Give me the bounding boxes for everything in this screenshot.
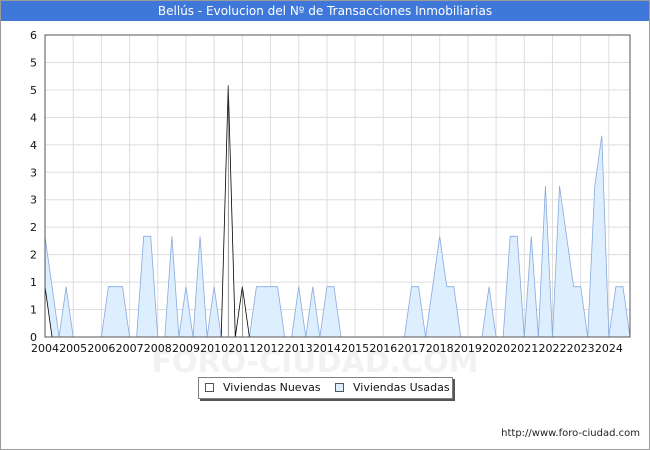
- x-tick-label: 2020: [482, 342, 510, 355]
- x-tick-label: 2008: [144, 342, 172, 355]
- legend-label-nuevas: Viviendas Nuevas: [223, 381, 321, 394]
- y-tick-label: 5: [30, 56, 37, 69]
- y-tick-label: 2: [30, 221, 37, 234]
- y-tick-label: 1: [30, 276, 37, 289]
- x-tick-label: 2017: [398, 342, 426, 355]
- source-url: http://www.foro-ciudad.com: [501, 428, 640, 439]
- x-tick-label: 2009: [172, 342, 200, 355]
- x-tick-label: 2019: [454, 342, 482, 355]
- x-tick-label: 2015: [341, 342, 369, 355]
- y-tick-label: 3: [30, 194, 37, 207]
- legend-swatch-nuevas: [205, 383, 214, 392]
- y-tick-label: 4: [30, 139, 37, 152]
- x-tick-label: 2024: [595, 342, 623, 355]
- x-tick-label: 2018: [426, 342, 454, 355]
- x-tick-label: 2022: [538, 342, 566, 355]
- legend: Viviendas Nuevas Viviendas Usadas: [198, 377, 453, 399]
- y-tick-label: 2: [30, 249, 37, 262]
- x-tick-label: 2013: [285, 342, 313, 355]
- x-tick-label: 2021: [510, 342, 538, 355]
- x-tick-label: 2016: [369, 342, 397, 355]
- y-tick-label: 6: [30, 29, 37, 42]
- y-tick-label: 4: [30, 111, 37, 124]
- legend-label-usadas: Viviendas Usadas: [353, 381, 450, 394]
- legend-swatch-usadas: [335, 383, 344, 392]
- x-tick-label: 2004: [31, 342, 59, 355]
- x-tick-label: 2011: [228, 342, 256, 355]
- y-tick-label: 3: [30, 166, 37, 179]
- x-tick-label: 2005: [59, 342, 87, 355]
- x-tick-label: 2007: [116, 342, 144, 355]
- x-tick-label: 2023: [567, 342, 595, 355]
- x-tick-label: 2014: [313, 342, 341, 355]
- x-tick-label: 2012: [257, 342, 285, 355]
- y-tick-label: 5: [30, 84, 37, 97]
- x-tick-label: 2010: [200, 342, 228, 355]
- y-tick-label: 1: [30, 304, 37, 317]
- x-tick-label: 2006: [87, 342, 115, 355]
